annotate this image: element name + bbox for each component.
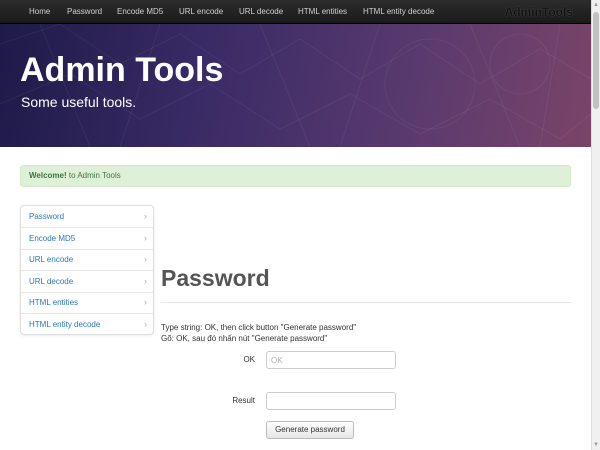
vertical-scrollbar[interactable]: ▲ ▼ bbox=[591, 0, 600, 450]
page-title: Password bbox=[161, 265, 270, 291]
nav-encode-md5[interactable]: Encode MD5 bbox=[117, 0, 163, 24]
sidebar-item-label: HTML entities bbox=[29, 298, 79, 307]
sidebar-item-label: URL encode bbox=[29, 255, 74, 264]
description-vietnamese: Gõ: OK, sau đó nhấn nút "Generate passwo… bbox=[161, 334, 328, 343]
sidebar-item-password[interactable]: Password › bbox=[21, 206, 153, 228]
ok-field-label: OK bbox=[243, 355, 255, 364]
nav-url-decode[interactable]: URL decode bbox=[239, 0, 283, 24]
chevron-right-icon: › bbox=[144, 297, 147, 307]
hero-banner: Admin Tools Some useful tools. bbox=[0, 24, 591, 147]
string-input[interactable] bbox=[266, 351, 396, 369]
scroll-down-icon[interactable]: ▼ bbox=[592, 440, 600, 450]
result-field[interactable] bbox=[266, 392, 396, 410]
alert-text: to Admin Tools bbox=[66, 171, 121, 180]
nav-password[interactable]: Password bbox=[67, 0, 102, 24]
chevron-right-icon: › bbox=[144, 233, 147, 243]
sidebar-item-url-encode[interactable]: URL encode › bbox=[21, 249, 153, 271]
scrollbar-thumb[interactable] bbox=[593, 12, 599, 109]
generate-password-button[interactable]: Generate password bbox=[266, 421, 354, 439]
scroll-up-icon[interactable]: ▲ bbox=[592, 0, 600, 10]
sidebar-item-html-entity-decode[interactable]: HTML entity decode › bbox=[21, 314, 153, 336]
nav-home[interactable]: Home bbox=[29, 0, 50, 24]
welcome-alert: Welcome! to Admin Tools bbox=[20, 165, 571, 187]
result-field-label: Result bbox=[232, 396, 255, 405]
sidebar-item-label: Password bbox=[29, 212, 65, 221]
sidebar-item-label: HTML entity decode bbox=[29, 320, 101, 329]
sidebar-item-label: URL decode bbox=[29, 277, 74, 286]
description-english: Type string: OK, then click button "Gene… bbox=[161, 323, 357, 332]
hero-title: Admin Tools bbox=[20, 51, 224, 89]
sidebar-menu: Password › Encode MD5 › URL encode › URL de… bbox=[20, 205, 154, 335]
chevron-right-icon: › bbox=[144, 319, 147, 329]
sidebar-item-url-decode[interactable]: URL decode › bbox=[21, 271, 153, 293]
nav-url-encode[interactable]: URL encode bbox=[179, 0, 223, 24]
brand-logo[interactable]: AdminTools bbox=[505, 0, 573, 24]
chevron-right-icon: › bbox=[144, 254, 147, 264]
alert-strong: Welcome! bbox=[29, 171, 67, 180]
chevron-right-icon: › bbox=[144, 211, 147, 221]
sidebar-item-html-entities[interactable]: HTML entities › bbox=[21, 292, 153, 314]
nav-html-entity-decode[interactable]: HTML entity decode bbox=[363, 0, 434, 24]
title-divider bbox=[161, 302, 571, 303]
hero-subtitle: Some useful tools. bbox=[21, 94, 137, 110]
chevron-right-icon: › bbox=[144, 276, 147, 286]
sidebar-item-label: Encode MD5 bbox=[29, 234, 76, 243]
nav-html-entities[interactable]: HTML entities bbox=[298, 0, 347, 24]
top-navbar: Home Password Encode MD5 URL encode URL … bbox=[0, 0, 591, 24]
sidebar-item-encode-md5[interactable]: Encode MD5 › bbox=[21, 228, 153, 250]
